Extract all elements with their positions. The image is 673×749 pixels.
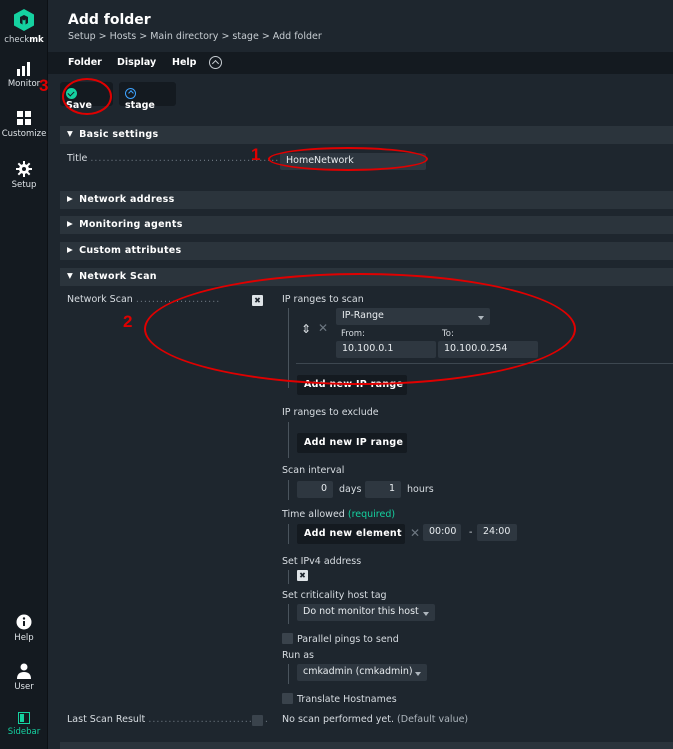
triangle-right-icon: ▶: [67, 194, 74, 203]
ip-ranges-exclude-label: IP ranges to exclude: [282, 407, 379, 418]
triangle-down-icon: ▼: [67, 129, 74, 138]
sidebar-toggle-icon: [18, 712, 30, 724]
add-new-element-button[interactable]: Add new element: [297, 524, 405, 544]
required-badge: (required): [347, 509, 396, 520]
indent-line: [288, 422, 289, 458]
scan-interval-label: Scan interval: [282, 465, 345, 476]
section-custom-attributes[interactable]: ▶ Custom attributes: [60, 242, 673, 260]
menu-display[interactable]: Display: [117, 57, 156, 68]
sidebar-item-label: Customize: [1, 129, 47, 139]
time-dash: -: [469, 527, 473, 538]
time-to-input[interactable]: 24:00: [477, 524, 517, 541]
section-footer: [60, 742, 673, 749]
sidebar-item-label: Setup: [11, 180, 37, 190]
gear-icon: [16, 161, 32, 177]
set-ipv4-checkbox[interactable]: ✖: [297, 570, 308, 581]
hours-label: hours: [407, 484, 434, 495]
annotation-ellipse-1: [268, 147, 428, 171]
stage-button[interactable]: stage: [119, 82, 176, 111]
sidebar-item-user[interactable]: User: [0, 663, 48, 692]
sidebar-item-label: Help: [14, 633, 34, 643]
indent-line: [288, 570, 289, 584]
indent-line: [288, 480, 289, 500]
parallel-pings-checkbox[interactable]: [282, 633, 293, 644]
time-allowed-label: Time allowed (required): [282, 509, 396, 520]
last-scan-label: Last Scan Result .......................…: [67, 714, 269, 725]
criticality-select[interactable]: Do not monitor this host: [297, 604, 435, 621]
bar-chart-icon: [17, 62, 30, 76]
arrow-up-icon: [125, 88, 136, 99]
section-basic-settings[interactable]: ▼ Basic settings: [60, 126, 673, 144]
title-label: Title ..................................…: [67, 153, 280, 164]
chevron-up-icon[interactable]: [209, 56, 222, 69]
sidebar-item-setup[interactable]: Setup: [0, 161, 48, 190]
user-icon: [17, 663, 31, 679]
checkmk-logo[interactable]: checkmk: [0, 8, 48, 45]
sidebar-item-help[interactable]: Help: [0, 614, 48, 643]
indent-line: [288, 524, 289, 544]
section-title: Network address: [79, 194, 175, 205]
page-title: Add folder: [68, 12, 151, 28]
sidebar-item-sidebar[interactable]: Sidebar: [0, 712, 48, 737]
annotation-number-2: 2: [123, 312, 133, 331]
triangle-down-icon: ▼: [67, 271, 74, 280]
grid-icon: [17, 111, 31, 125]
page-header: Add folder Setup > Hosts > Main director…: [48, 0, 673, 52]
section-title: Monitoring agents: [79, 219, 183, 230]
indent-line: [288, 604, 289, 624]
default-value-note: (Default value): [397, 714, 469, 725]
breadcrumb[interactable]: Setup > Hosts > Main directory > stage >…: [68, 31, 322, 42]
time-from-input[interactable]: 00:00: [423, 524, 461, 541]
annotation-number-1: 1: [251, 145, 261, 164]
info-icon: [16, 614, 32, 630]
run-as-select[interactable]: cmkadmin (cmkadmin): [297, 664, 427, 681]
delete-time-icon[interactable]: ✕: [410, 526, 420, 540]
triangle-right-icon: ▶: [67, 245, 74, 254]
section-network-address[interactable]: ▶ Network address: [60, 191, 673, 209]
section-monitoring-agents[interactable]: ▶ Monitoring agents: [60, 216, 673, 234]
days-label: days: [339, 484, 362, 495]
menubar: Folder Display Help: [48, 52, 673, 74]
set-ipv4-label: Set IPv4 address: [282, 556, 362, 567]
sidebar-item-customize[interactable]: Customize: [0, 110, 48, 139]
main-content: ▼ Basic settings Title ..................…: [60, 126, 673, 749]
menu-help[interactable]: Help: [172, 57, 196, 68]
stage-label: stage: [125, 100, 155, 111]
interval-hours-input[interactable]: 1: [365, 481, 401, 498]
logo-label: checkmk: [4, 35, 44, 45]
interval-days-input[interactable]: 0: [297, 481, 333, 498]
run-as-label: Run as: [282, 650, 315, 661]
annotation-ellipse-2: [144, 273, 576, 385]
last-scan-value: No scan performed yet. (Default value): [282, 714, 469, 725]
set-criticality-label: Set criticality host tag: [282, 590, 387, 601]
sidebar-item-label: User: [14, 682, 34, 692]
triangle-right-icon: ▶: [67, 219, 74, 228]
indent-line: [288, 664, 289, 684]
translate-hostnames-label: Translate Hostnames: [297, 694, 397, 705]
sidebar: checkmk Monitor Customize Setup Help Use…: [0, 0, 48, 749]
parallel-pings-label: Parallel pings to send: [297, 634, 399, 645]
checkmk-logo-icon: [14, 9, 34, 31]
section-title: Network Scan: [79, 271, 157, 282]
annotation-ellipse-3: [62, 78, 112, 115]
annotation-number-3: 3: [39, 76, 49, 95]
toolbar: Save stage: [48, 74, 673, 118]
last-scan-checkbox[interactable]: [252, 715, 263, 726]
translate-hostnames-checkbox[interactable]: [282, 693, 293, 704]
add-ip-range-exclude-button[interactable]: Add new IP range: [297, 433, 407, 453]
sidebar-item-label: Monitor: [7, 79, 41, 89]
section-title: Custom attributes: [79, 245, 182, 256]
menu-folder[interactable]: Folder: [68, 57, 102, 68]
sidebar-item-label: Sidebar: [7, 727, 41, 737]
section-title: Basic settings: [79, 129, 159, 140]
